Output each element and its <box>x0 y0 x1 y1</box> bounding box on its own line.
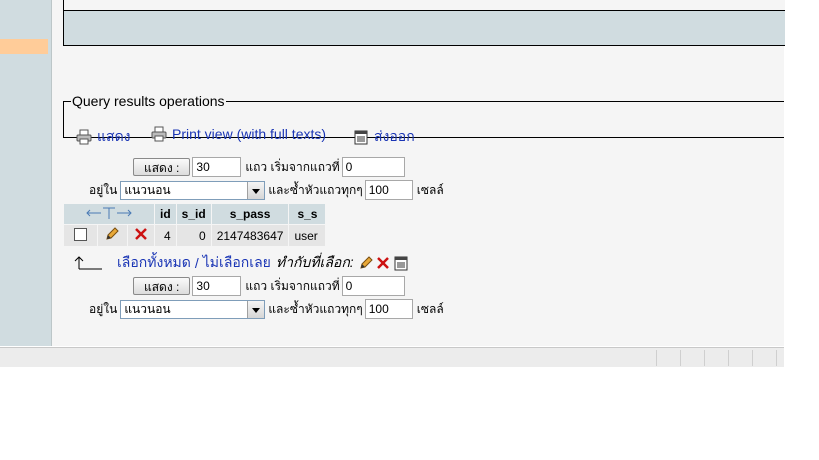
table-header-row: id s_id s_pass s_s <box>64 204 326 224</box>
column-header-s_s[interactable]: s_s <box>289 204 326 224</box>
edit-cell[interactable] <box>98 225 127 246</box>
show-link[interactable]: แสดง <box>76 126 131 148</box>
export-link[interactable]: ส่งออก <box>353 126 415 148</box>
query-results-operations-legend: Query results operations <box>72 93 225 109</box>
check-all-link[interactable]: เลือกทั้งหมด <box>117 252 191 274</box>
show-rows-button[interactable]: แสดง : <box>133 277 191 295</box>
left-frame-selected-item[interactable] <box>0 39 48 54</box>
table-row: 4 0 2147483647 user <box>64 225 326 246</box>
column-header-id[interactable]: id <box>155 204 176 224</box>
cell-s_id: 0 <box>176 225 211 246</box>
printer-icon <box>76 129 92 145</box>
cells-label: เซลล์ <box>416 182 444 197</box>
rows-label: แถว เริ่มจากแถวที่ <box>245 278 340 293</box>
status-bar-divider <box>728 350 729 366</box>
cell-id: 4 <box>155 225 176 246</box>
nav-bottom-row1: แสดง : 30 แถว เริ่มจากแถวที่ 0 <box>133 276 405 296</box>
status-bar-divider <box>776 350 777 366</box>
repeat-headers-input[interactable]: 100 <box>364 180 413 200</box>
repeat-headers-label: และซ้ำหัวแถวทุกๆ <box>268 182 363 197</box>
column-header-s_pass[interactable]: s_pass <box>211 204 289 224</box>
show-link-label[interactable]: แสดง <box>97 126 131 148</box>
export-document-icon[interactable] <box>393 255 409 271</box>
delete-x-icon[interactable] <box>376 256 390 270</box>
repeat-headers-input[interactable]: 100 <box>364 299 413 319</box>
status-bar-divider <box>656 350 657 366</box>
row-select-cell[interactable] <box>64 225 97 246</box>
display-mode-value: แนวนอน <box>124 182 171 197</box>
nav-top-row2: อยู่ใน แนวนอน และซ้ำหัวแถวทุกๆ 100 เซลล์ <box>89 180 444 200</box>
cell-s_s: user <box>289 225 326 246</box>
pencil-icon[interactable] <box>358 255 374 271</box>
arrow-up-return-icon <box>74 256 102 270</box>
bulk-separator: / <box>194 255 199 271</box>
row-checkbox[interactable] <box>74 227 87 241</box>
column-header-s_id[interactable]: s_id <box>176 204 211 224</box>
arrows-t-icon <box>86 207 132 219</box>
delete-cell[interactable] <box>127 225 154 246</box>
mode-label: อยู่ใน <box>89 182 118 197</box>
delete-x-icon[interactable] <box>134 227 148 241</box>
chevron-down-icon[interactable] <box>247 181 265 199</box>
rows-count-input[interactable]: 30 <box>192 157 242 177</box>
start-row-input[interactable]: 0 <box>341 157 405 177</box>
pencil-icon[interactable] <box>104 226 120 242</box>
status-bar-divider <box>680 350 681 366</box>
display-mode-select[interactable]: แนวนอน <box>120 299 266 319</box>
print-view-link-label[interactable]: Print view (with full texts) <box>172 126 326 142</box>
display-mode-value: แนวนอน <box>124 301 171 316</box>
bulk-actions-row: เลือกทั้งหมด / ไม่เลือกเลย ทำกับที่เลือก… <box>74 252 409 274</box>
repeat-headers-label: และซ้ำหัวแถวทุกๆ <box>268 301 363 316</box>
cells-label: เซลล์ <box>416 301 444 316</box>
cell-s_pass: 2147483647 <box>211 225 289 246</box>
rows-label: แถว เริ่มจากแถวที่ <box>245 159 340 174</box>
nav-top-row1: แสดง : 30 แถว เริ่มจากแถวที่ 0 <box>133 157 405 177</box>
printer-icon <box>151 126 167 142</box>
status-bar-divider <box>752 350 753 366</box>
query-results-operations: Query results operations แสดง Print view… <box>63 93 784 145</box>
start-row-input[interactable]: 0 <box>341 276 405 296</box>
nav-bottom-row2: อยู่ใน แนวนอน และซ้ำหัวแถวทุกๆ 100 เซลล์ <box>89 299 444 319</box>
uncheck-all-link[interactable]: ไม่เลือกเลย <box>203 252 271 274</box>
mode-label: อยู่ใน <box>89 301 118 316</box>
export-link-label[interactable]: ส่งออก <box>374 126 415 148</box>
chevron-down-icon[interactable] <box>247 300 265 318</box>
status-bar-divider <box>704 350 705 366</box>
column-order-header[interactable] <box>64 204 154 224</box>
rows-count-input[interactable]: 30 <box>192 276 242 296</box>
previous-query-box <box>63 0 785 46</box>
results-table: id s_id s_pass s_s 4 0 2147483647 user <box>63 203 326 247</box>
previous-query-box-header <box>64 0 785 11</box>
export-document-icon <box>354 130 368 145</box>
display-mode-select[interactable]: แนวนอน <box>120 180 266 200</box>
browser-status-bar <box>0 347 784 367</box>
with-selected-label: ทำกับที่เลือก: <box>275 254 354 270</box>
show-rows-button[interactable]: แสดง : <box>133 158 191 176</box>
print-view-link[interactable]: Print view (with full texts) <box>151 126 326 142</box>
